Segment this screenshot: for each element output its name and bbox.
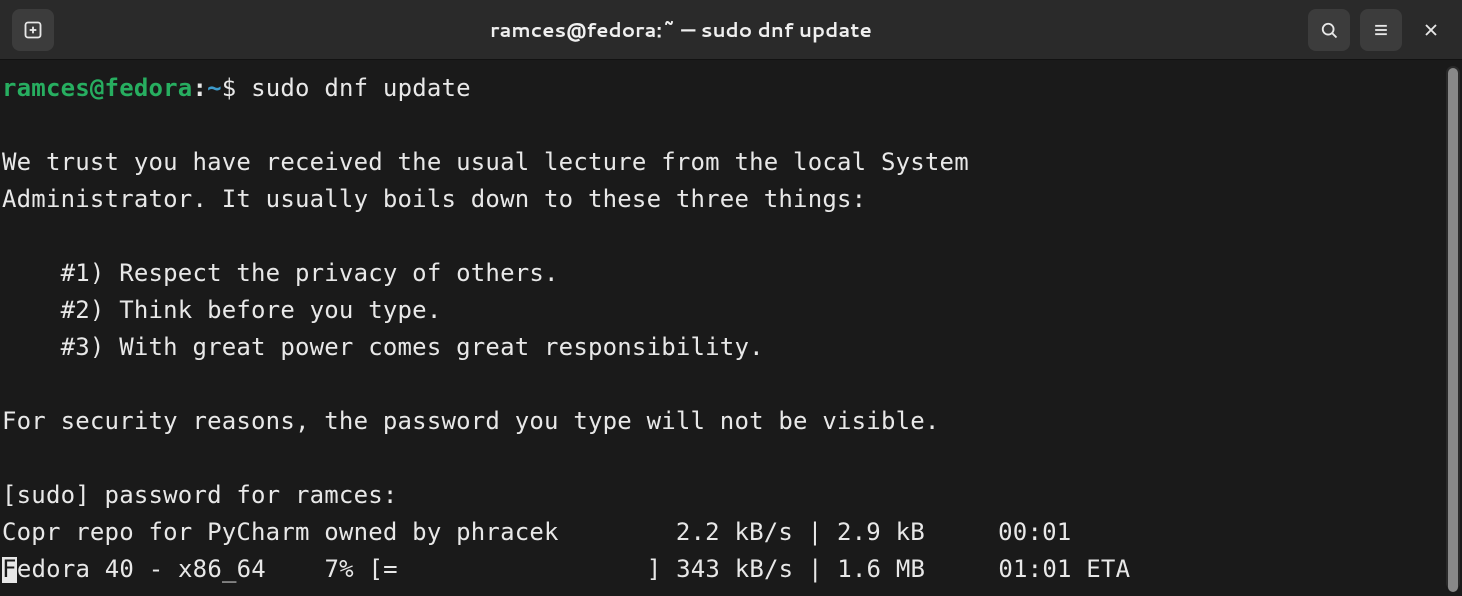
new-tab-button[interactable] (12, 9, 54, 51)
prompt-symbol: $ (222, 74, 251, 102)
terminal-line: For security reasons, the password you t… (2, 407, 940, 435)
terminal-line: #2) Think before you type. (2, 296, 441, 324)
close-button[interactable] (1412, 9, 1450, 51)
menu-button[interactable] (1360, 9, 1402, 51)
prompt-command: sudo dnf update (251, 74, 471, 102)
scrollbar[interactable] (1446, 66, 1460, 590)
window-title: ramces@fedora:~ — sudo dnf update (64, 16, 1298, 44)
new-tab-icon (23, 20, 43, 40)
prompt-colon: : (192, 74, 207, 102)
terminal-line: Administrator. It usually boils down to … (2, 185, 866, 213)
close-icon (1421, 20, 1441, 40)
titlebar: ramces@fedora:~ — sudo dnf update (0, 0, 1462, 60)
terminal-output: ramces@fedora:~$ sudo dnf update We trus… (2, 70, 1460, 588)
terminal-line: Copr repo for PyCharm owned by phracek 2… (2, 518, 1130, 546)
terminal-line: #1) Respect the privacy of others. (2, 259, 559, 287)
prompt-userhost: ramces@fedora (2, 74, 192, 102)
terminal-viewport[interactable]: ramces@fedora:~$ sudo dnf update We trus… (0, 60, 1462, 596)
terminal-line: ] 343 kB/s | 1.6 MB 01:01 ETA (398, 555, 1130, 583)
titlebar-right-group (1308, 9, 1450, 51)
hamburger-icon (1371, 20, 1391, 40)
terminal-line: edora 40 - x86_64 7% [= (17, 555, 398, 583)
terminal-line: [sudo] password for ramces: (2, 481, 412, 509)
prompt-path: ~ (207, 74, 222, 102)
scrollbar-thumb[interactable] (1448, 68, 1458, 592)
terminal-line: We trust you have received the usual lec… (2, 148, 969, 176)
search-button[interactable] (1308, 9, 1350, 51)
search-icon (1319, 20, 1339, 40)
terminal-cursor: F (2, 557, 17, 583)
terminal-line: #3) With great power comes great respons… (2, 333, 764, 361)
